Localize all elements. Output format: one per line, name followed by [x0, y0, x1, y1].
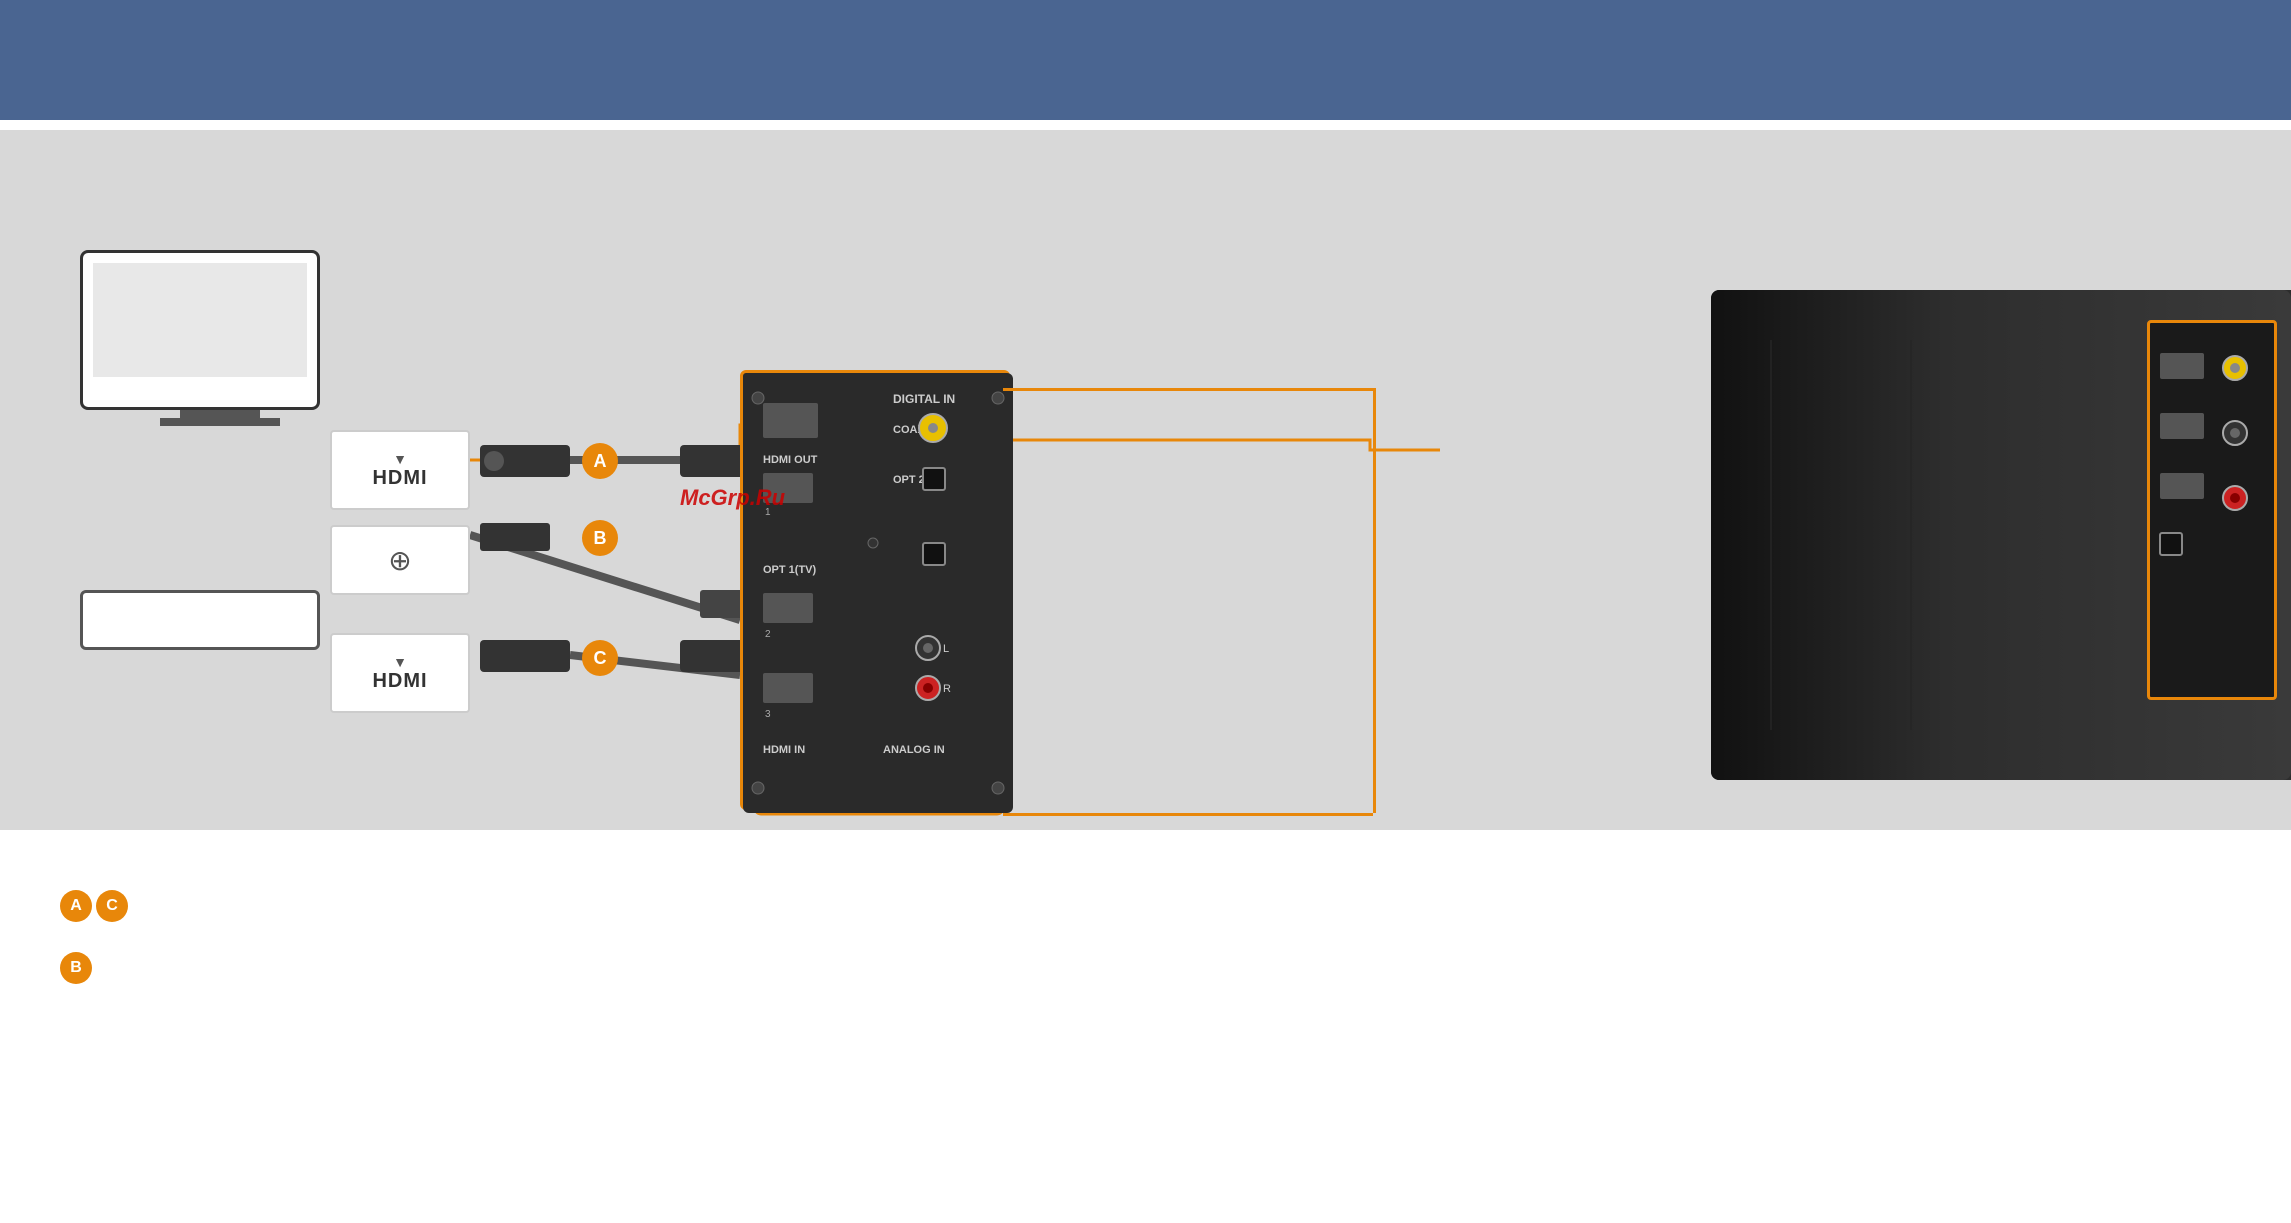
main-diagram: ▼ HDMI ⊕ ▼ HDMI A B C TV·ARC — [0, 130, 2291, 830]
svg-text:ANALOG IN: ANALOG IN — [883, 744, 945, 756]
connection-panel: TV·ARC HDMI OUT DIGITAL IN COAX OPT 2 1 … — [740, 370, 1010, 810]
bottom-labels: A C — [60, 880, 2231, 922]
svg-text:HDMI OUT: HDMI OUT — [763, 454, 818, 466]
tv-screen — [93, 263, 307, 377]
svg-text:3: 3 — [765, 709, 771, 720]
hdmi-box-tv: ▼ HDMI — [330, 430, 470, 510]
optical-icon: ⊕ — [388, 544, 411, 577]
hdmi-box-stb: ▼ HDMI — [330, 633, 470, 713]
cable-connector-b-left — [480, 523, 550, 551]
tv-stand — [180, 410, 260, 418]
svg-text:2: 2 — [765, 629, 771, 640]
circle-c: C — [96, 890, 128, 922]
back-panel-svg — [2150, 323, 2280, 703]
svg-text:OPT 2: OPT 2 — [893, 474, 925, 486]
circle-a: A — [60, 890, 92, 922]
tv-base — [160, 418, 280, 426]
circle-label-c: C — [582, 640, 618, 676]
label-group-b: B — [60, 952, 2231, 984]
label-circles-ac: A C — [60, 890, 128, 922]
cable-connector-a-left — [480, 445, 570, 477]
circle-label-a: A — [582, 443, 618, 479]
svg-text:DIGITAL IN: DIGITAL IN — [893, 392, 955, 406]
soundbar-back-panel — [2147, 320, 2277, 700]
tv-device — [80, 250, 360, 450]
panel-svg: TV·ARC HDMI OUT DIGITAL IN COAX OPT 2 1 … — [743, 373, 1013, 813]
svg-text:L: L — [943, 643, 949, 655]
soundbar-body — [1711, 290, 2291, 780]
hdmi-label-tv: HDMI — [372, 467, 427, 490]
right-orange-line — [1373, 388, 1376, 813]
hdmi-label-stb: HDMI — [372, 670, 427, 693]
stb-device — [80, 590, 320, 650]
bottom-section: A C B — [0, 830, 2291, 1014]
hdmi-arrow-tv: ▼ — [393, 451, 407, 467]
cable-connector-c-left — [480, 640, 570, 672]
tv-outline — [80, 250, 320, 410]
svg-text:1: 1 — [765, 507, 771, 518]
label-group-ac: A C — [60, 890, 128, 922]
optical-box: ⊕ — [330, 525, 470, 595]
svg-text:HDMI IN: HDMI IN — [763, 744, 805, 756]
bottom-orange-line — [1003, 813, 1373, 816]
circle-label-b: B — [582, 520, 618, 556]
circle-b: B — [60, 952, 92, 984]
top-orange-line — [1003, 388, 1373, 391]
top-bar — [0, 0, 2291, 120]
hdmi-arrow-stb: ▼ — [393, 654, 407, 670]
svg-text:R: R — [943, 683, 951, 695]
svg-text:OPT 1(TV): OPT 1(TV) — [763, 564, 817, 576]
